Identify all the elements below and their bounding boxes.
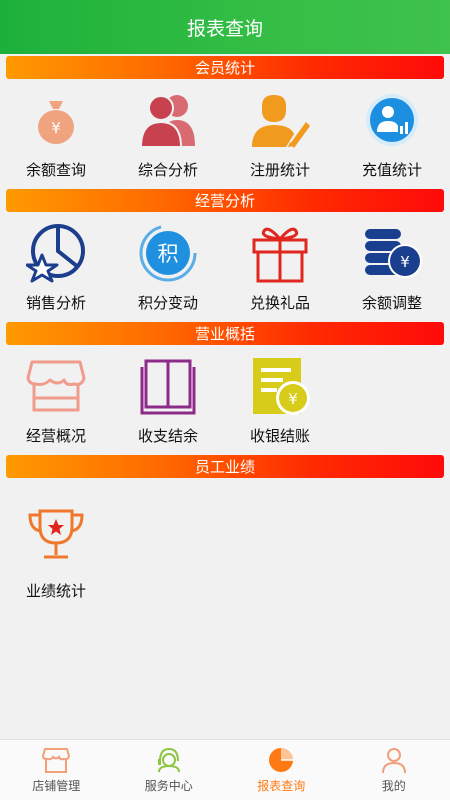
money-bag-icon: ¥ xyxy=(23,87,89,153)
book-icon xyxy=(135,353,201,419)
tab-label: 报表查询 xyxy=(257,779,306,793)
section-title: 员工业绩 xyxy=(194,458,255,476)
grid-item-label: 积分变动 xyxy=(137,294,198,312)
section-header-business-analysis: 经营分析 xyxy=(6,189,444,212)
grid-item-label: 收银结账 xyxy=(249,427,310,445)
grid-item-performance-stats[interactable]: 业绩统计 xyxy=(0,478,112,608)
section-title: 会员统计 xyxy=(194,59,255,77)
grid-item-comprehensive-analysis[interactable]: 综合分析 xyxy=(112,79,224,189)
grid-item-label: 经营概况 xyxy=(25,427,86,445)
grid-item-cashier-checkout[interactable]: ¥ 收银结账 xyxy=(224,345,336,455)
grid-item-label: 充值统计 xyxy=(361,161,422,179)
app-header: 报表查询 xyxy=(0,0,450,54)
shop-icon xyxy=(23,353,89,419)
grid-item-sales-analysis[interactable]: 销售分析 xyxy=(0,212,112,322)
svg-text:¥: ¥ xyxy=(288,390,298,408)
section-header-member-stats: 会员统计 xyxy=(6,56,444,79)
tab-label: 店铺管理 xyxy=(32,779,81,793)
grid-item-recharge-stats[interactable]: 充值统计 xyxy=(336,79,448,189)
bottom-tab-bar: 店铺管理 服务中心 报表查询 我的 xyxy=(0,739,450,800)
grid-item-label: 销售分析 xyxy=(25,294,86,312)
gift-icon xyxy=(247,220,313,286)
tab-label: 服务中心 xyxy=(144,779,193,793)
section-title: 营业概括 xyxy=(194,325,255,343)
grid-item-label: 注册统计 xyxy=(249,161,310,179)
grid-item-label: 余额查询 xyxy=(25,161,86,179)
users-icon xyxy=(135,87,201,153)
grid-item-label: 收支结余 xyxy=(137,427,198,445)
tab-mine[interactable]: 我的 xyxy=(338,740,450,800)
svg-text:积: 积 xyxy=(158,242,179,266)
grid-item-gift-exchange[interactable]: 兑换礼品 xyxy=(224,212,336,322)
service-icon xyxy=(157,747,180,773)
tab-label: 我的 xyxy=(381,779,406,793)
grid-item-balance-adjust[interactable]: ¥ 余额调整 xyxy=(336,212,448,322)
svg-text:¥: ¥ xyxy=(51,119,61,137)
svg-text:¥: ¥ xyxy=(400,253,410,271)
store-icon xyxy=(42,748,71,773)
section-grid-staff-performance: 业绩统计 xyxy=(0,478,450,608)
section-grid-business-overview: 经营概况 收支结余 ¥ 收银结账 xyxy=(0,345,450,455)
tab-store-management[interactable]: 店铺管理 xyxy=(0,740,113,800)
grid-item-label: 余额调整 xyxy=(361,294,422,312)
grid-item-business-overview[interactable]: 经营概况 xyxy=(0,345,112,455)
profile-icon xyxy=(381,748,406,774)
page-title: 报表查询 xyxy=(186,17,263,40)
report-icon xyxy=(269,748,294,772)
grid-item-label: 兑换礼品 xyxy=(249,294,310,312)
grid-item-registration-stats[interactable]: 注册统计 xyxy=(224,79,336,189)
user-edit-icon xyxy=(247,87,313,153)
section-header-staff-performance: 员工业绩 xyxy=(6,455,444,478)
section-grid-business-analysis: 销售分析 积 积分变动 兑换礼品 ¥ 余额调整 xyxy=(0,212,450,322)
points-icon: 积 xyxy=(135,220,201,286)
pie-star-icon xyxy=(23,220,89,286)
cash-doc-icon: ¥ xyxy=(247,353,313,419)
coins-icon: ¥ xyxy=(359,220,425,286)
trophy-icon xyxy=(23,502,89,568)
grid-item-balance-query[interactable]: ¥ 余额查询 xyxy=(0,79,112,189)
user-stats-icon xyxy=(359,87,425,153)
grid-item-label: 综合分析 xyxy=(137,161,198,179)
section-grid-member-stats: ¥ 余额查询 综合分析 注册统计 充值统计 xyxy=(0,79,450,189)
section-header-business-overview: 营业概括 xyxy=(6,322,444,345)
grid-item-label: 业绩统计 xyxy=(25,582,86,600)
grid-item-points-change[interactable]: 积 积分变动 xyxy=(112,212,224,322)
tab-service-center[interactable]: 服务中心 xyxy=(113,740,226,800)
section-title: 经营分析 xyxy=(194,192,255,210)
tab-report-query[interactable]: 报表查询 xyxy=(225,740,338,800)
grid-item-income-balance[interactable]: 收支结余 xyxy=(112,345,224,455)
